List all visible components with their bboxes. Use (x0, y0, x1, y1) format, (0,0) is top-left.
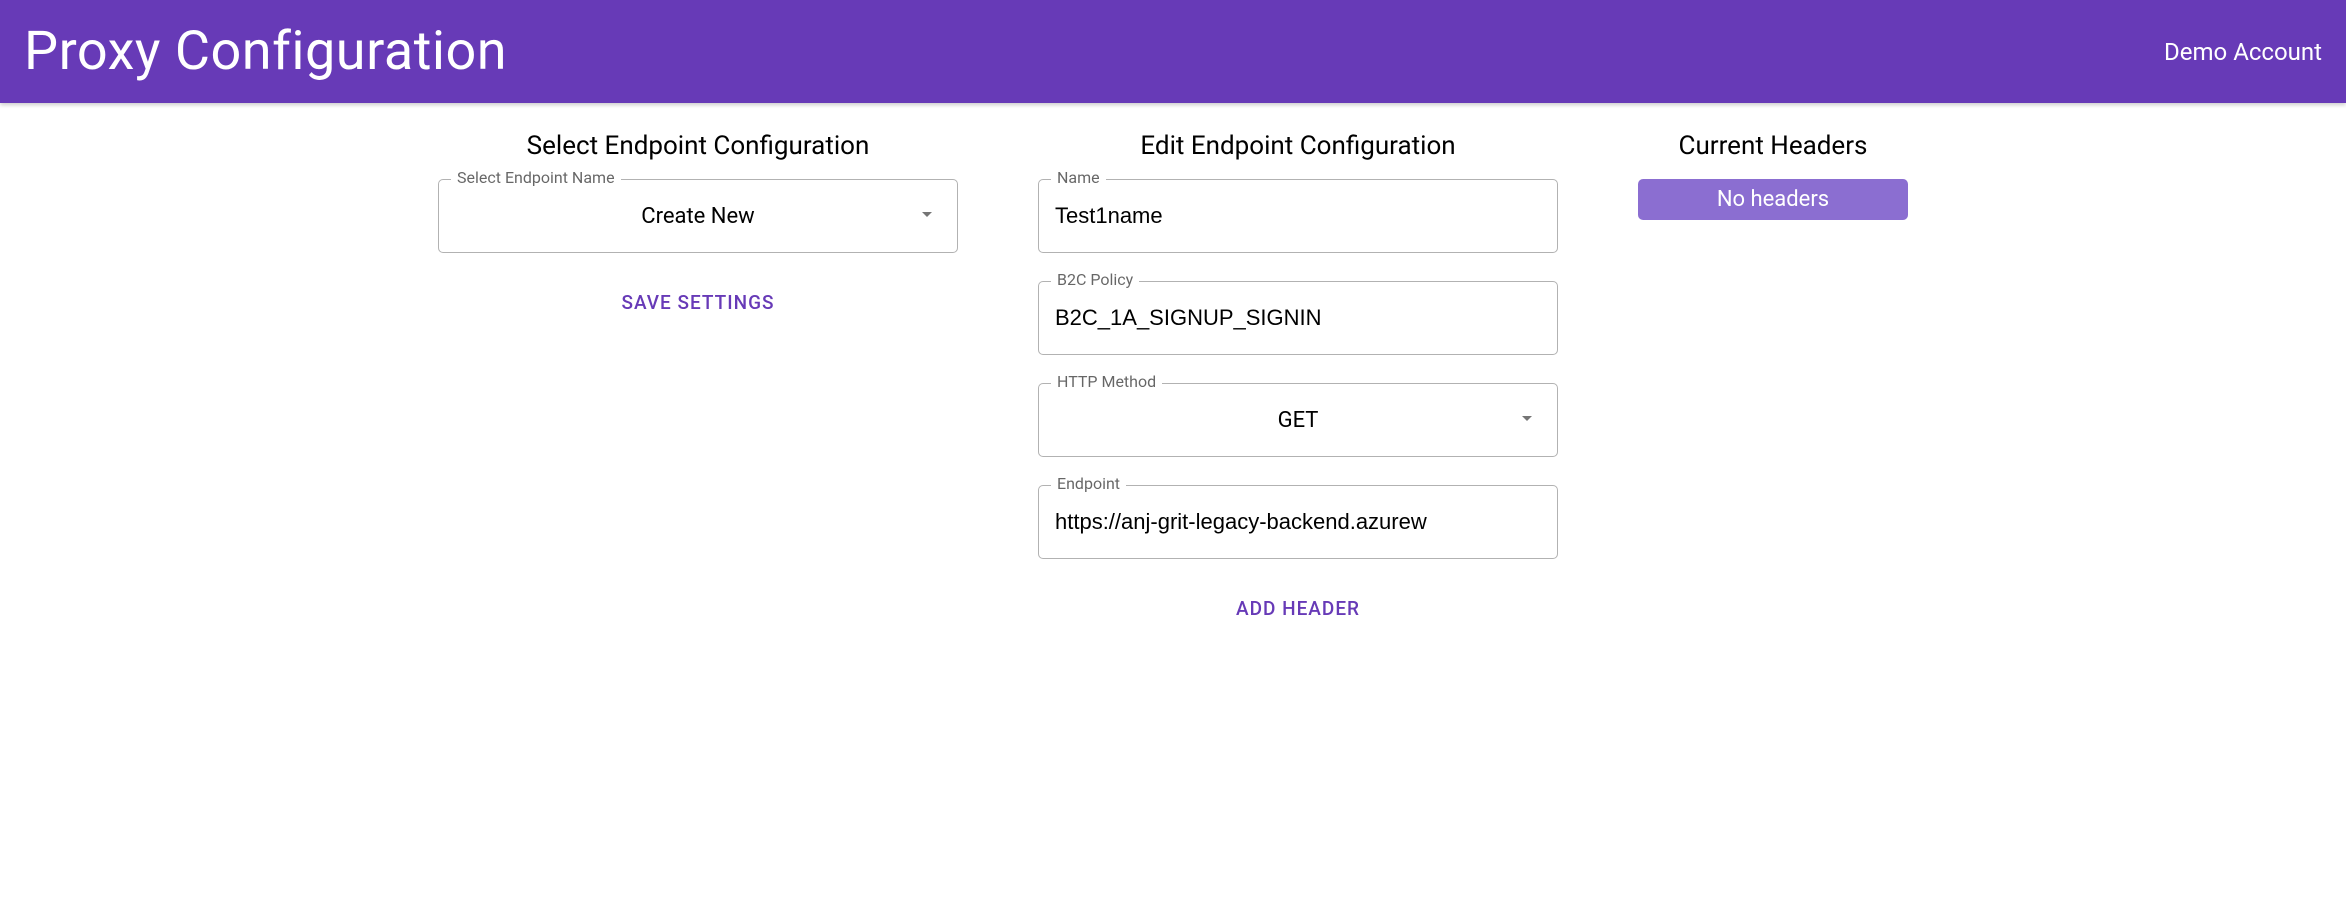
add-header-button[interactable]: Add Header (1218, 587, 1378, 630)
b2c-policy-label: B2C Policy (1051, 272, 1139, 288)
http-method-select[interactable]: HTTP Method GET (1038, 383, 1558, 457)
account-name[interactable]: Demo Account (2164, 38, 2322, 66)
endpoint-field-wrapper: Endpoint (1038, 485, 1558, 559)
endpoint-input[interactable] (1055, 489, 1541, 555)
b2c-policy-input[interactable] (1055, 285, 1541, 351)
name-field-wrapper: Name (1038, 179, 1558, 253)
select-section-title: Select Endpoint Configuration (527, 131, 870, 161)
page-title: Proxy Configuration (24, 20, 507, 83)
main-content: Select Endpoint Configuration Select End… (263, 103, 2083, 630)
edit-section-title: Edit Endpoint Configuration (1140, 131, 1455, 161)
select-endpoint-column: Select Endpoint Configuration Select End… (438, 131, 958, 630)
current-headers-column: Current Headers No headers (1638, 131, 1908, 630)
http-method-value: GET (1055, 388, 1541, 453)
app-header: Proxy Configuration Demo Account (0, 0, 2346, 103)
save-settings-button[interactable]: Save Settings (603, 281, 792, 324)
select-endpoint-name-value: Create New (455, 184, 941, 249)
http-method-field-wrapper: HTTP Method GET (1038, 383, 1558, 457)
select-endpoint-name-select[interactable]: Select Endpoint Name Create New (438, 179, 958, 253)
b2c-policy-field-wrapper: B2C Policy (1038, 281, 1558, 355)
headers-section-title: Current Headers (1679, 131, 1868, 161)
endpoint-label: Endpoint (1051, 476, 1126, 492)
name-input[interactable] (1055, 183, 1541, 249)
name-label: Name (1051, 170, 1106, 186)
no-headers-badge: No headers (1638, 179, 1908, 220)
select-endpoint-name-field: Select Endpoint Name Create New (438, 179, 958, 253)
http-method-label: HTTP Method (1051, 374, 1162, 390)
select-endpoint-name-label: Select Endpoint Name (451, 170, 621, 186)
edit-endpoint-column: Edit Endpoint Configuration Name B2C Pol… (1038, 131, 1558, 630)
